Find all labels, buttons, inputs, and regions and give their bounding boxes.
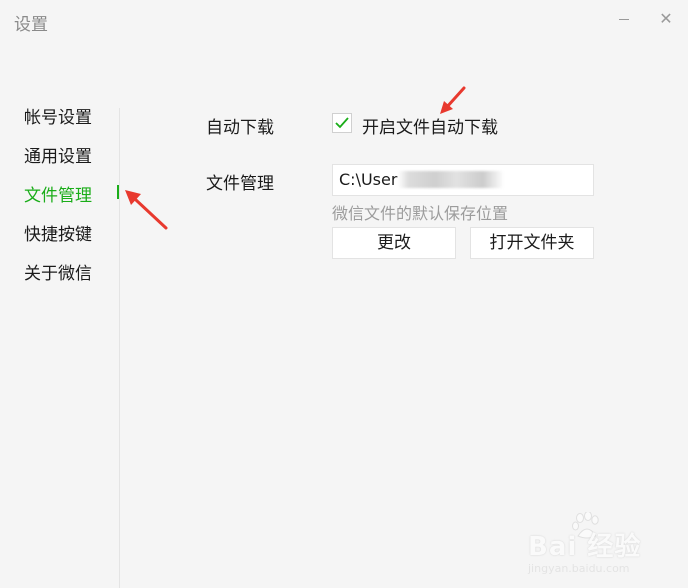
redacted-path-blur [398, 171, 504, 188]
checkmark-icon [335, 117, 349, 129]
sidebar-divider [119, 108, 120, 588]
auto-download-checkbox[interactable] [332, 113, 352, 133]
sidebar-item-shortcuts[interactable]: 快捷按键 [24, 220, 92, 245]
watermark-subtext: jingyan.baidu.com [528, 562, 630, 575]
window-title: 设置 [14, 15, 48, 35]
change-path-button[interactable]: 更改 [332, 227, 456, 259]
minimize-button[interactable] [610, 8, 638, 30]
auto-download-label: 自动下载 [206, 118, 274, 138]
sidebar-item-general[interactable]: 通用设置 [24, 142, 92, 167]
sidebar-item-about[interactable]: 关于微信 [24, 259, 92, 284]
watermark-logo: Bai 经验 jingyan.baidu.com [528, 512, 678, 575]
annotation-arrow-icon [125, 190, 168, 230]
close-button[interactable]: ✕ [652, 8, 680, 30]
file-management-label: 文件管理 [206, 174, 274, 194]
watermark-text: Bai 经验 [528, 532, 642, 562]
open-folder-button[interactable]: 打开文件夹 [470, 227, 594, 259]
save-path-hint: 微信文件的默认保存位置 [332, 204, 509, 223]
active-tab-indicator [117, 185, 119, 199]
sidebar-item-account[interactable]: 帐号设置 [24, 103, 92, 128]
sidebar-item-file-management[interactable]: 文件管理 [24, 181, 92, 206]
auto-download-checkbox-label[interactable]: 开启文件自动下载 [362, 113, 498, 138]
save-path-value: C:\User [339, 170, 398, 189]
settings-window: 设置 ✕ 帐号设置 通用设置 文件管理 快捷按键 关于微信 自动下载 开启文件自… [0, 0, 688, 588]
annotation-arrow-icon [440, 86, 466, 114]
